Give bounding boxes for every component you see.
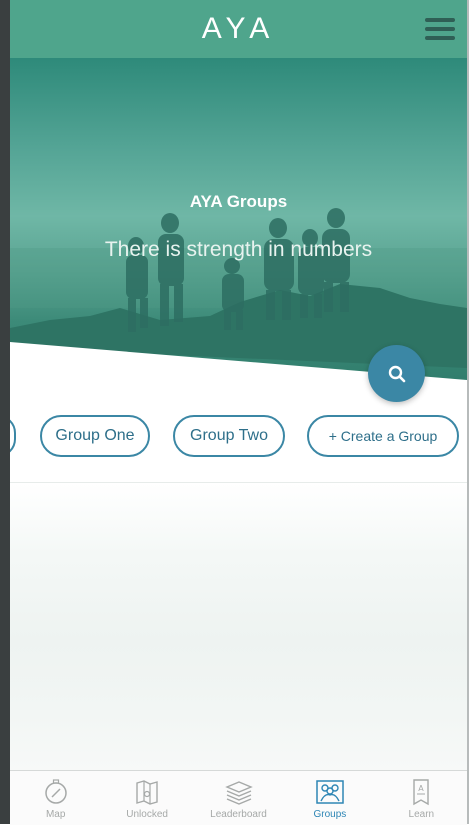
group-pill-one[interactable]: Group One — [40, 415, 150, 457]
tab-leaderboard-label: Leaderboard — [210, 809, 267, 820]
app-logo: AYA — [201, 12, 276, 45]
tab-unlocked-label: Unlocked — [126, 809, 168, 820]
group-pill-two[interactable]: Group Two — [173, 415, 285, 457]
tab-groups[interactable]: Groups — [284, 771, 375, 825]
tab-groups-label: Groups — [313, 809, 347, 820]
group-pill-row: Group One Group Two + Create a Group — [0, 415, 467, 461]
hamburger-menu-icon[interactable] — [425, 18, 455, 42]
map-icon — [136, 780, 158, 805]
compass-icon — [44, 779, 67, 804]
top-bar: AYA — [10, 0, 467, 58]
search-button[interactable] — [368, 345, 425, 402]
tab-map[interactable]: Map — [10, 771, 101, 825]
svg-text:A: A — [419, 784, 425, 793]
screen-left-edge — [0, 0, 10, 824]
tab-learn-label: Learn — [408, 809, 435, 820]
hero-banner: AYA Groups There is strength in numbers — [10, 58, 467, 388]
hero-title: AYA Groups — [189, 192, 288, 211]
book-icon: A — [413, 779, 430, 806]
create-group-button[interactable]: + Create a Group — [307, 415, 459, 457]
bottom-tab-bar: Map Unlocked Leaderboard Groups A Learn — [10, 770, 467, 825]
tab-unlocked[interactable]: Unlocked — [101, 771, 192, 825]
hero-landscape-illustration — [10, 208, 467, 388]
search-icon — [388, 365, 405, 382]
tab-learn[interactable]: A Learn — [376, 771, 467, 825]
layers-icon — [224, 781, 253, 805]
tab-leaderboard[interactable]: Leaderboard — [193, 771, 284, 825]
people-icon — [316, 780, 344, 804]
groups-content-area — [10, 483, 467, 770]
tab-map-label: Map — [45, 809, 66, 820]
hero-subtitle: There is strength in numbers — [104, 238, 373, 261]
